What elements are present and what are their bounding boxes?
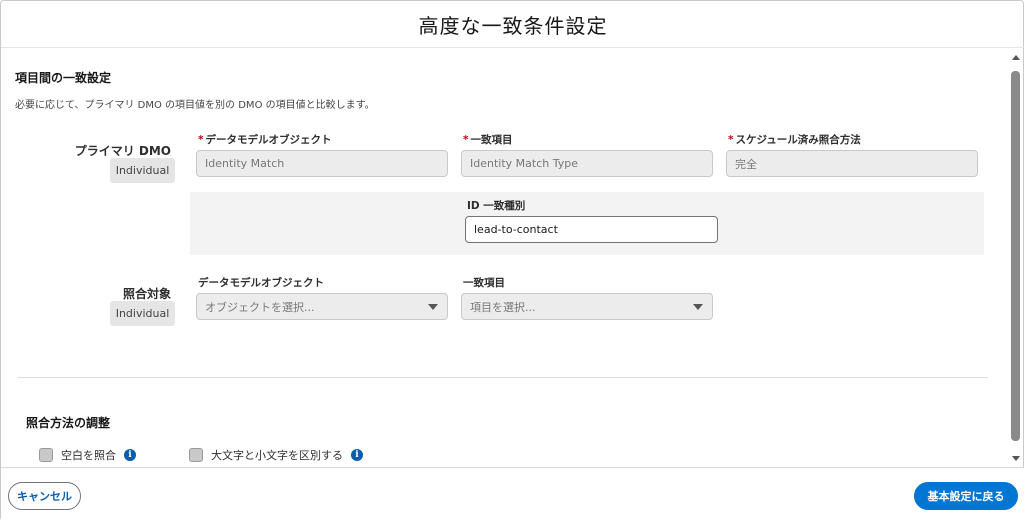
advanced-match-modal: 高度な一致条件設定 項目間の一致設定 必要に応じて、プライマリ DMO の項目値… [0, 0, 1024, 522]
chevron-down-icon [693, 304, 703, 310]
section-title-match-adjust: 照合方法の調整 [26, 416, 111, 430]
case-sensitive-label: 大文字と小文字を区別する [211, 449, 343, 462]
modal-footer: キャンセル 基本設定に戻る [1, 467, 1024, 522]
vertical-scrollbar[interactable] [1009, 49, 1023, 467]
match-target-badge: Individual [110, 301, 175, 326]
primary-dmo-label: プライマリ DMO [74, 144, 171, 158]
chevron-down-icon [428, 304, 438, 310]
modal-header: 高度な一致条件設定 [1, 1, 1024, 48]
info-icon[interactable]: i [124, 449, 136, 461]
primary-match-field: Identity Match Type [461, 150, 713, 177]
cancel-button[interactable]: キャンセル [8, 482, 81, 510]
scrollbar-thumb[interactable] [1011, 71, 1020, 441]
primary-dmo-object-field: Identity Match [196, 150, 448, 177]
modal-body: 項目間の一致設定 必要に応じて、プライマリ DMO の項目値を別の DMO の項… [1, 49, 1011, 467]
primary-dmo-object-label: * データモデルオブジェクト [198, 134, 332, 146]
section-divider [18, 377, 988, 378]
target-match-field-placeholder: 項目を選択... [470, 300, 536, 314]
section-description: 必要に応じて、プライマリ DMO の項目値を別の DMO の項目値と比較します。 [15, 100, 375, 111]
primary-dmo-badge: Individual [110, 158, 175, 183]
section-title-cross-field: 項目間の一致設定 [15, 71, 112, 85]
case-sensitive-checkbox[interactable] [189, 448, 203, 462]
target-dmo-object-select[interactable]: オブジェクトを選択... [196, 293, 448, 320]
scheduled-match-method-label: * スケジュール済み照合方法 [728, 134, 861, 146]
back-to-basic-settings-button[interactable]: 基本設定に戻る [914, 482, 1018, 510]
target-match-field-select[interactable]: 項目を選択... [461, 293, 713, 320]
option-case-sensitive[interactable]: 大文字と小文字を区別する i [189, 447, 363, 463]
id-match-type-input[interactable]: lead-to-contact [465, 216, 718, 243]
match-blank-checkbox[interactable] [39, 448, 53, 462]
target-dmo-object-placeholder: オブジェクトを選択... [205, 300, 315, 314]
primary-match-field-label: * 一致項目 [463, 134, 513, 146]
target-dmo-object-label: データモデルオブジェクト [198, 277, 324, 289]
match-blank-label: 空白を照合 [61, 449, 116, 462]
scheduled-match-method-field: 完全 [726, 150, 978, 177]
scroll-down-arrow-icon[interactable] [1012, 456, 1020, 461]
target-match-field-label: 一致項目 [463, 277, 505, 289]
modal-title: 高度な一致条件設定 [418, 13, 608, 38]
id-match-type-label: ID 一致種別 [467, 200, 526, 212]
option-match-blank[interactable]: 空白を照合 i [39, 447, 136, 463]
info-icon[interactable]: i [351, 449, 363, 461]
scroll-up-arrow-icon[interactable] [1012, 55, 1020, 60]
match-target-label: 照合対象 [122, 287, 171, 301]
